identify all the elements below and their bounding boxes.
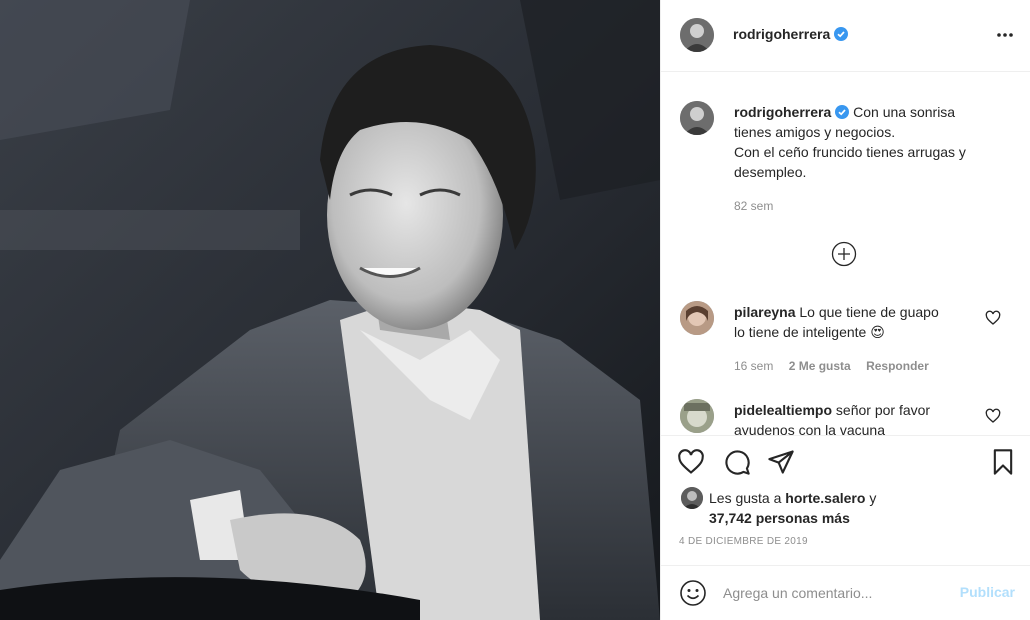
commenter-avatar[interactable]	[680, 301, 714, 335]
comment-line: ayudenos con la vacuna	[734, 422, 885, 435]
comment-like-heart-icon[interactable]	[985, 408, 1001, 424]
caption-line: Con una sonrisa	[853, 104, 956, 120]
caption-username[interactable]: rodrigoherrera	[734, 104, 831, 120]
likes-summary: Les gusta a horte.salero y 37,742 person…	[709, 488, 876, 528]
smiley-icon[interactable]	[679, 579, 707, 607]
post-actions: Les gusta a horte.salero y 37,742 person…	[661, 435, 1030, 565]
comment-username[interactable]: pilareyna	[734, 304, 795, 320]
paper-plane-icon[interactable]	[767, 448, 795, 476]
caption-line: desempleo.	[734, 164, 807, 180]
post-side-panel: rodrigoherrera rodrigoherrera Con una so…	[660, 0, 1030, 620]
comment-text: pilareyna Lo que tiene de guapo lo tiene…	[734, 302, 994, 342]
bookmark-icon[interactable]	[989, 448, 1017, 476]
comment-likes[interactable]: 2 Me gusta	[789, 359, 851, 373]
author-username[interactable]: rodrigoherrera	[733, 26, 830, 42]
comment-line: señor por favor	[835, 402, 931, 418]
post-header: rodrigoherrera	[661, 0, 1030, 72]
verified-badge-icon	[834, 27, 849, 41]
caption-line: Con el ceño fruncido tienes arrugas y	[734, 144, 966, 160]
post-date[interactable]: 4 DE DICIEMBRE DE 2019	[679, 536, 808, 547]
comment-line: Lo que tiene de guapo	[799, 304, 939, 320]
comment-meta: 16 sem 2 Me gusta Responder	[734, 359, 941, 373]
reply-button[interactable]: Responder	[866, 359, 929, 373]
post-photo[interactable]	[0, 0, 660, 620]
caption-age[interactable]: 82 sem	[734, 199, 773, 213]
comment-line: lo tiene de inteligente 😍	[734, 324, 885, 340]
author-avatar[interactable]	[680, 18, 714, 52]
comments-list[interactable]: rodrigoherrera Con una sonrisa tienes am…	[661, 73, 1030, 435]
likes-prefix: Les gusta a	[709, 490, 782, 506]
comment-age[interactable]: 16 sem	[734, 359, 773, 373]
comment-like-heart-icon[interactable]	[985, 310, 1001, 326]
publish-button[interactable]: Publicar	[960, 584, 1015, 600]
caption-text: rodrigoherrera Con una sonrisa tienes am…	[734, 102, 994, 182]
comment-input[interactable]	[723, 580, 943, 606]
caption-line: tienes amigos y negocios.	[734, 124, 896, 140]
caption-author-avatar[interactable]	[680, 101, 714, 135]
comment-icon[interactable]	[723, 448, 751, 476]
liker-avatar[interactable]	[681, 487, 703, 509]
add-comment-bar: Publicar	[661, 565, 1030, 620]
heart-icon[interactable]	[677, 448, 705, 476]
more-horizontal-icon[interactable]	[995, 26, 1015, 44]
comment-username[interactable]: pidelealtiempo	[734, 402, 832, 418]
plus-circle-icon[interactable]	[831, 241, 857, 267]
author-name-wrap: rodrigoherrera	[733, 26, 849, 42]
liker-username[interactable]: horte.salero	[785, 490, 865, 506]
post-image	[0, 0, 660, 620]
commenter-avatar[interactable]	[680, 399, 714, 433]
likes-connector: y	[869, 490, 877, 506]
caption-meta: 82 sem	[734, 199, 785, 213]
verified-badge-icon	[835, 105, 850, 119]
likes-count[interactable]: 37,742 personas más	[709, 510, 850, 526]
comment-text: pidelealtiempo señor por favor ayudenos …	[734, 400, 994, 435]
